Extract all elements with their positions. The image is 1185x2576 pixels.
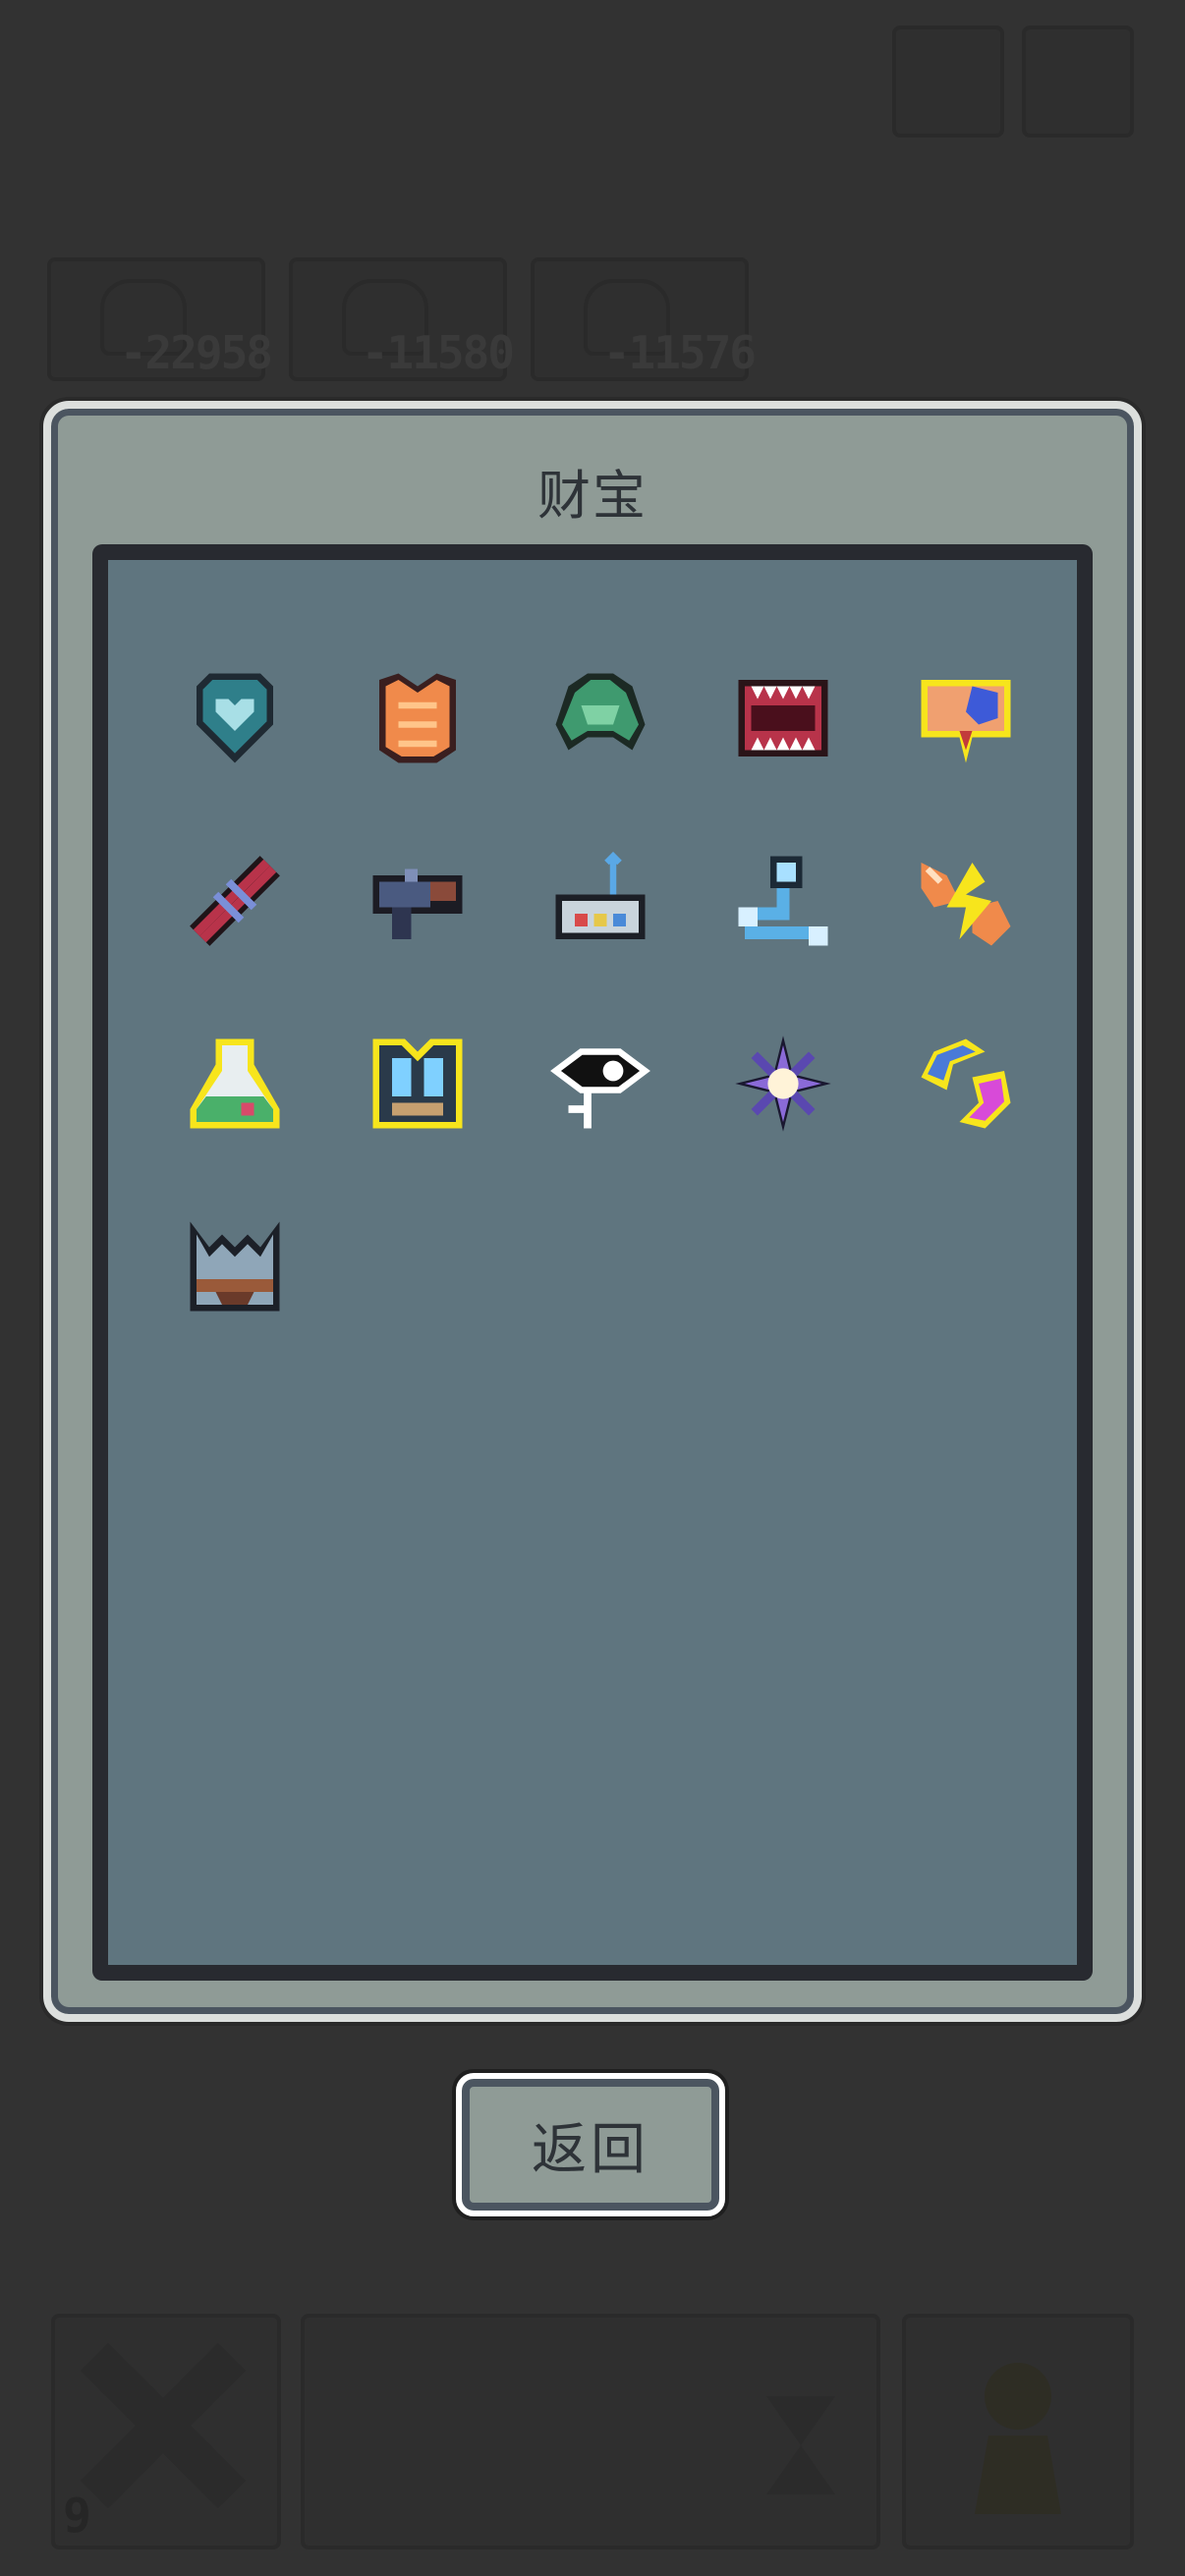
treasure-slot[interactable] bbox=[143, 810, 326, 992]
treasure-slot[interactable] bbox=[692, 810, 875, 992]
treasure-slot[interactable] bbox=[143, 1175, 326, 1358]
treasure-slot[interactable] bbox=[143, 992, 326, 1175]
menu-button-background bbox=[892, 26, 1004, 138]
enemy-score-2: -11580 bbox=[361, 326, 515, 379]
treasure-slot[interactable] bbox=[509, 627, 692, 810]
treasure-inventory bbox=[92, 544, 1093, 1981]
treasure-slot[interactable] bbox=[692, 992, 875, 1175]
red-dna-helix-icon bbox=[190, 856, 280, 946]
hourglass-icon bbox=[766, 2396, 835, 2494]
blue-gem-scroll-icon bbox=[921, 680, 1011, 763]
treasure-slot[interactable] bbox=[326, 627, 509, 810]
treasure-panel: 财宝 bbox=[43, 401, 1142, 2022]
hero-slot-background bbox=[902, 2314, 1134, 2549]
enemy-card-3: -11576 bbox=[531, 257, 757, 381]
enemy-score-3: -11576 bbox=[602, 326, 757, 379]
treasure-slot[interactable] bbox=[326, 992, 509, 1175]
back-button[interactable]: 返回 bbox=[456, 2073, 725, 2216]
panel-title: 财宝 bbox=[537, 465, 648, 527]
enemy-score-1: -22958 bbox=[119, 326, 273, 379]
antenna-radio-icon bbox=[555, 851, 646, 939]
ice-armor-icon bbox=[372, 1038, 463, 1129]
sword-count: 9 bbox=[63, 2489, 91, 2544]
sword-slot-background: 9 bbox=[51, 2314, 281, 2549]
treasure-slot[interactable] bbox=[509, 992, 692, 1175]
crescent-orb-icon bbox=[921, 1038, 1011, 1129]
blue-pipe-tool-icon bbox=[738, 856, 828, 946]
green-turtle-shell-icon bbox=[555, 673, 646, 751]
eye-key-icon bbox=[550, 1048, 650, 1129]
settings-button-background bbox=[1022, 26, 1134, 138]
hero-silhouette-icon bbox=[975, 2363, 1061, 2514]
treasure-slot[interactable] bbox=[143, 627, 326, 810]
treasure-slot[interactable] bbox=[875, 992, 1057, 1175]
treasure-slot[interactable] bbox=[875, 627, 1057, 810]
treasure-slot[interactable] bbox=[509, 810, 692, 992]
rocket-launcher-icon bbox=[372, 868, 463, 939]
back-button-label: 返回 bbox=[532, 2117, 649, 2182]
treasure-slot[interactable] bbox=[326, 810, 509, 992]
purple-star-icon bbox=[735, 1036, 831, 1132]
treasure-slot[interactable] bbox=[875, 810, 1057, 992]
center-slot-background bbox=[301, 2314, 880, 2549]
enemy-card-2: -11580 bbox=[289, 257, 515, 381]
orange-cat-armor-icon bbox=[379, 673, 456, 763]
spiked-helmet-icon bbox=[190, 1221, 280, 1312]
treasure-grid bbox=[143, 627, 1057, 1358]
teal-heart-shield-icon bbox=[197, 673, 273, 763]
fox-lightning-icon bbox=[921, 863, 1011, 946]
potion-flask-icon bbox=[190, 1038, 280, 1129]
monster-jaw-icon bbox=[738, 680, 828, 756]
enemy-card-1: -22958 bbox=[47, 257, 273, 381]
treasure-slot[interactable] bbox=[692, 627, 875, 810]
